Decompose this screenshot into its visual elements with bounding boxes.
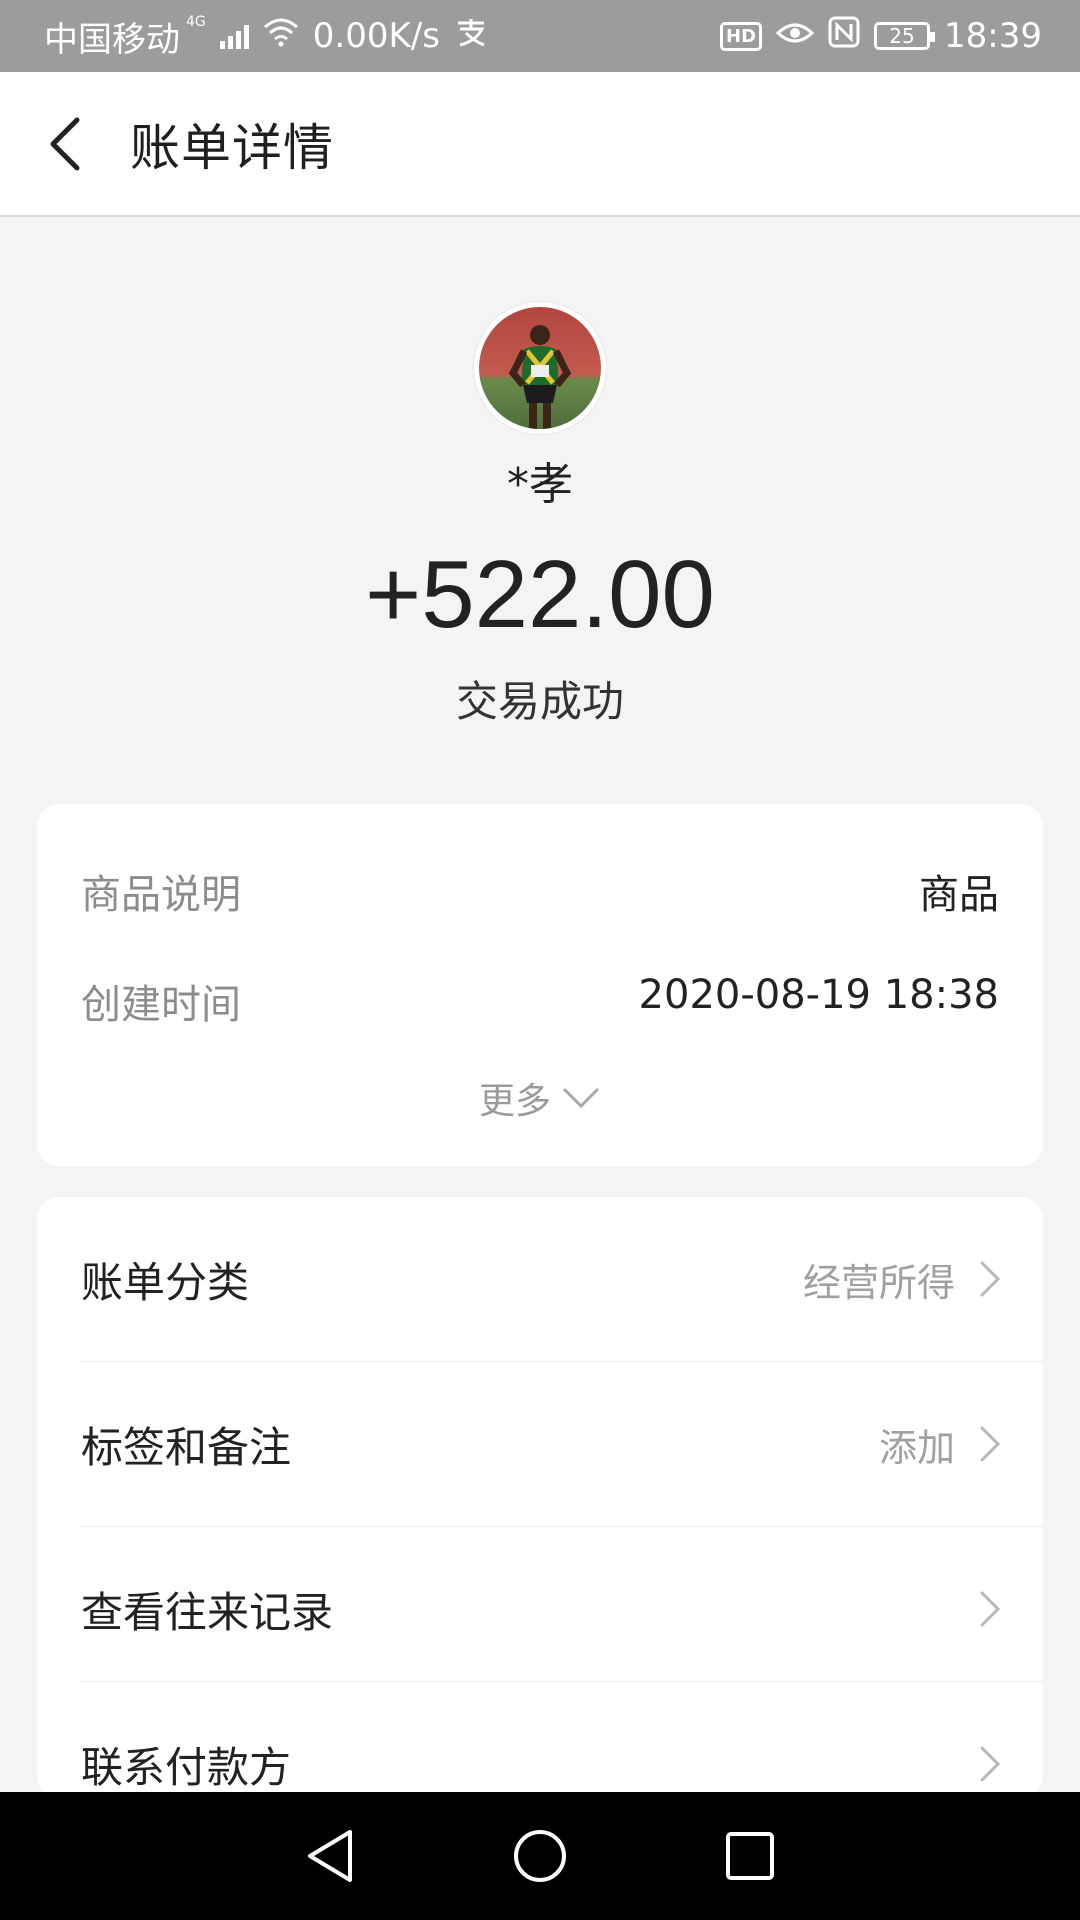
status-bar: 中国移动 4G 0.00K/s HD 25 18:39 xyxy=(0,0,1080,72)
status-bar-left: 中国移动 4G 0.00K/s xyxy=(44,12,488,61)
signal-icon xyxy=(219,23,249,49)
list-item-right: 经营所得 xyxy=(803,1252,1001,1307)
chevron-right-icon xyxy=(980,1426,1001,1462)
detail-value: 商品 xyxy=(919,872,999,918)
page-title: 账单详情 xyxy=(130,118,334,177)
detail-row-description: 商品说明 商品 xyxy=(81,862,999,920)
hd-icon: HD xyxy=(720,21,763,51)
detail-value: 2020-08-19 18:38 xyxy=(638,972,999,1018)
system-nav-bar xyxy=(0,1792,1080,1920)
back-button[interactable] xyxy=(0,71,130,216)
network-type: 4G xyxy=(186,14,206,30)
clock: 18:39 xyxy=(944,16,1042,56)
list-item-tags-notes[interactable]: 标签和备注 添加 xyxy=(81,1362,1043,1526)
list-item-label: 标签和备注 xyxy=(81,1422,292,1472)
chevron-down-icon xyxy=(563,1088,599,1109)
network-speed: 0.00K/s xyxy=(312,16,440,56)
detail-label: 创建时间 xyxy=(81,982,241,1028)
list-item-history[interactable]: 查看往来记录 xyxy=(81,1527,1043,1691)
list-item-label: 联系付款方 xyxy=(81,1742,292,1792)
list-item-value: 经营所得 xyxy=(802,1260,955,1305)
list-item-right xyxy=(979,1745,1001,1783)
app-header: 账单详情 xyxy=(0,72,1080,217)
list-item-bill-category[interactable]: 账单分类 经营所得 xyxy=(81,1197,1043,1361)
battery-level: 25 xyxy=(889,24,915,48)
nav-back-button[interactable] xyxy=(300,1826,360,1886)
alipay-icon xyxy=(454,16,488,56)
nfc-icon xyxy=(828,16,860,57)
nav-recents-button[interactable] xyxy=(720,1826,780,1886)
wifi-icon xyxy=(263,16,299,56)
chevron-right-icon xyxy=(980,1591,1001,1627)
screen: 中国移动 4G 0.00K/s HD 25 18:39 账单详情 *孝 +522… xyxy=(0,0,1080,1920)
transaction-amount: +522.00 xyxy=(365,541,715,648)
circle-home-icon xyxy=(514,1830,566,1882)
list-item-right xyxy=(979,1590,1001,1628)
chevron-right-icon xyxy=(980,1746,1001,1782)
avatar-image xyxy=(479,307,601,429)
details-card: 商品说明 商品 创建时间 2020-08-19 18:38 更多 xyxy=(37,804,1043,1166)
counterparty-name: *孝 xyxy=(507,459,573,510)
chevron-left-icon xyxy=(50,117,80,170)
status-bar-right: HD 25 18:39 xyxy=(720,16,1042,57)
actions-card: 账单分类 经营所得 标签和备注 添加 查看往来记录 联系付款方 xyxy=(37,1197,1043,1797)
triangle-back-icon xyxy=(308,1830,352,1882)
carrier-label: 中国移动 xyxy=(44,19,180,60)
square-recents-icon xyxy=(726,1832,774,1880)
detail-label: 商品说明 xyxy=(81,872,241,918)
list-item-label: 查看往来记录 xyxy=(81,1587,334,1637)
battery-icon: 25 xyxy=(874,22,936,50)
nav-home-button[interactable] xyxy=(510,1826,570,1886)
list-item-label: 账单分类 xyxy=(81,1257,250,1307)
detail-row-created-time: 创建时间 2020-08-19 18:38 xyxy=(81,972,999,1030)
transaction-status: 交易成功 xyxy=(455,677,624,726)
list-item-value: 添加 xyxy=(878,1425,955,1470)
more-button[interactable]: 更多 xyxy=(37,1072,1043,1124)
more-label: 更多 xyxy=(478,1081,551,1122)
avatar[interactable] xyxy=(474,302,606,434)
list-item-right: 添加 xyxy=(879,1417,1001,1472)
chevron-right-icon xyxy=(980,1261,1001,1297)
eye-icon xyxy=(775,16,815,56)
